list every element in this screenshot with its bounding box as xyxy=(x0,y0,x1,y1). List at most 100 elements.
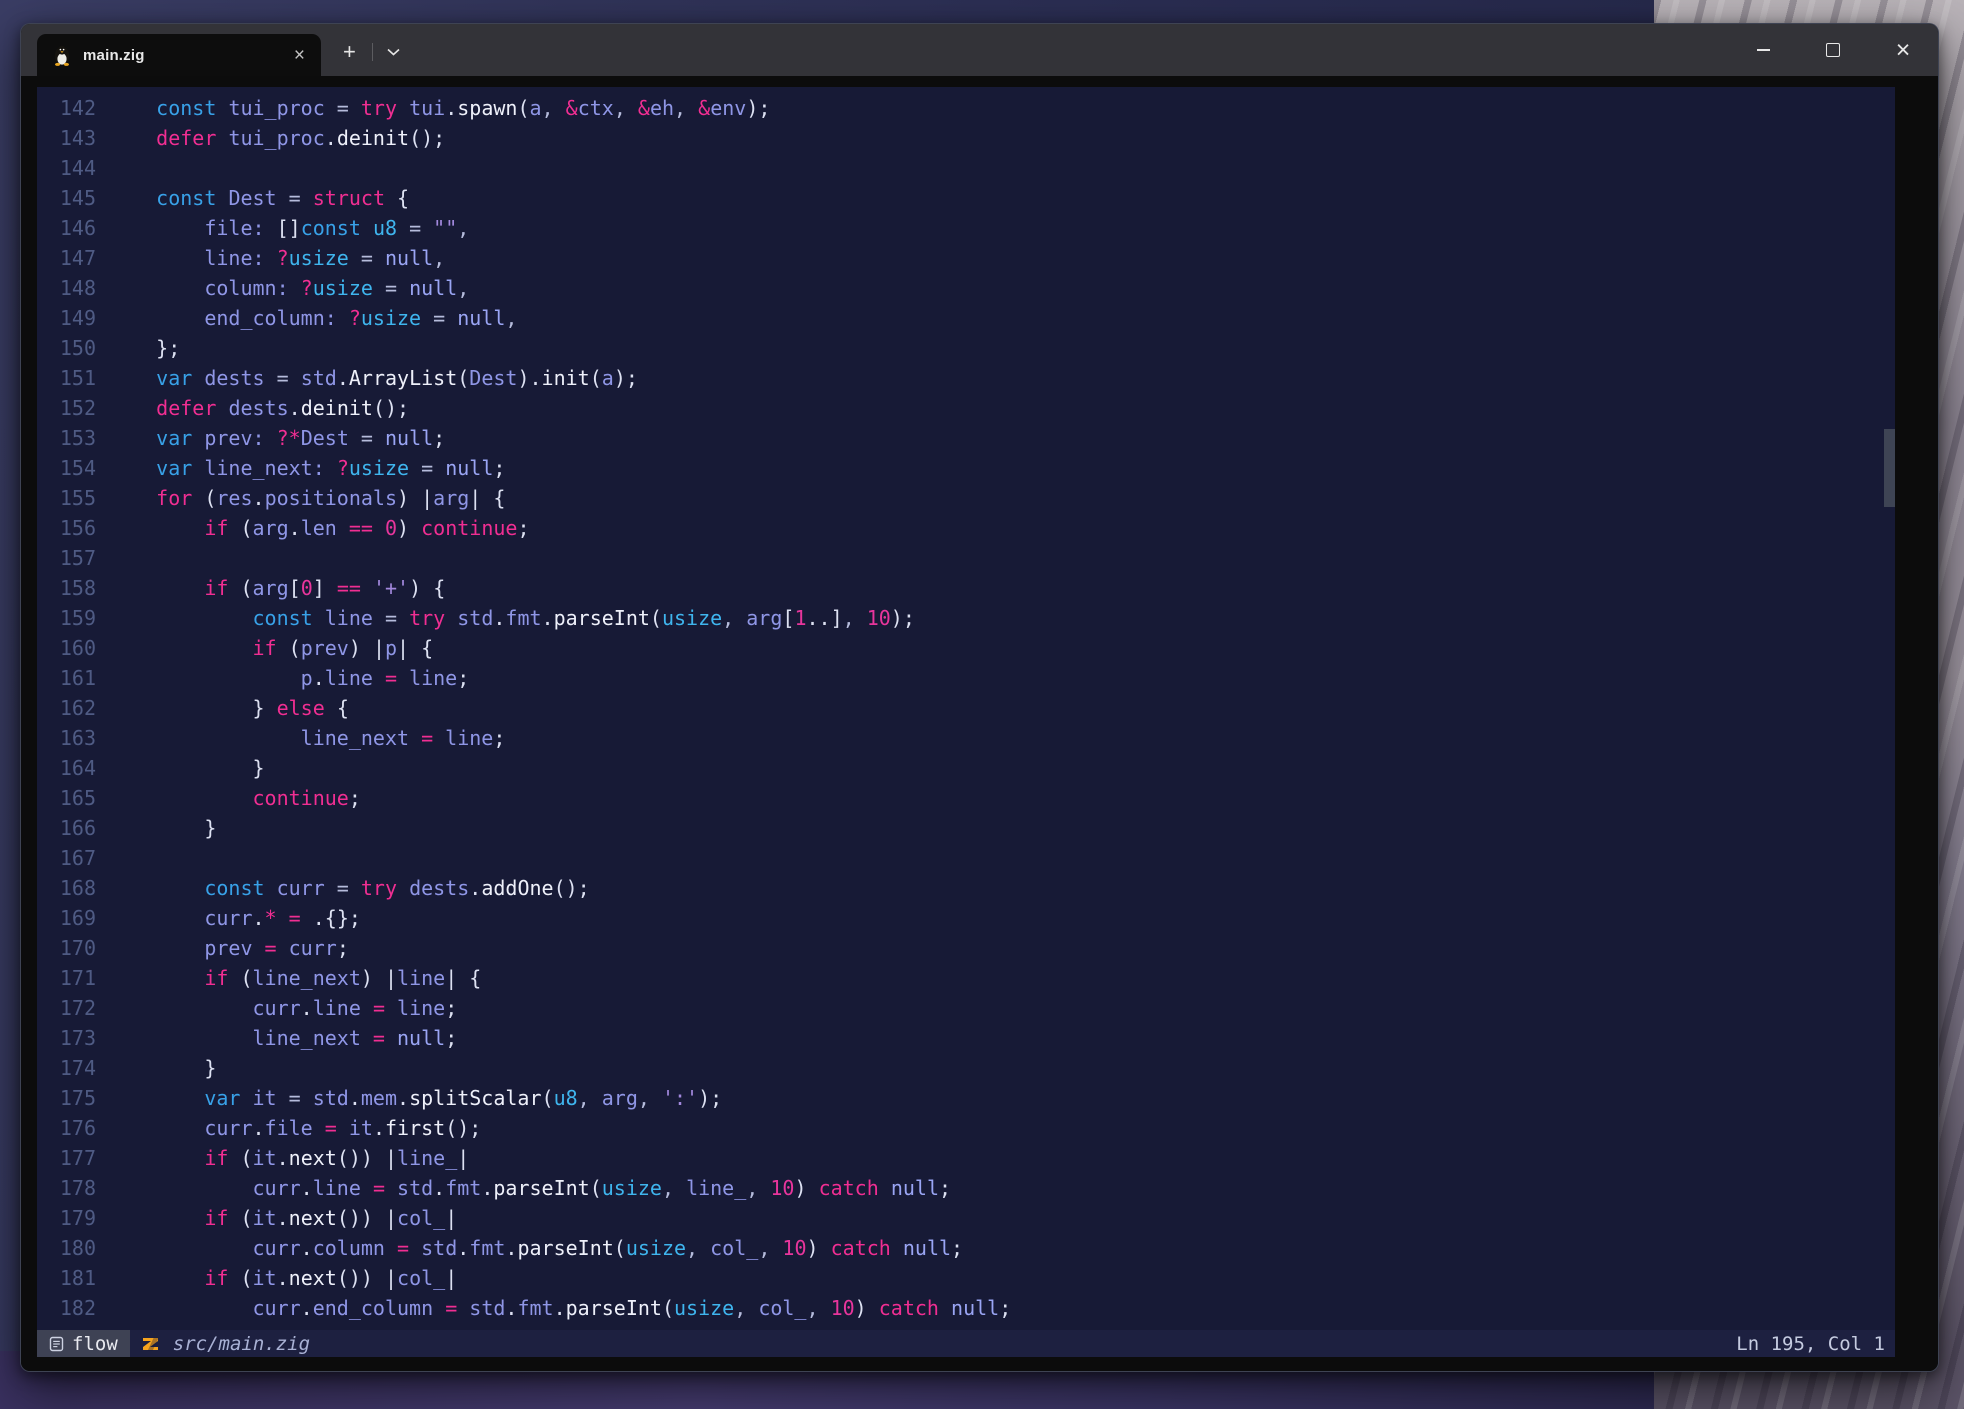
scrollbar-thumb[interactable] xyxy=(1884,429,1895,507)
line-number: 159 xyxy=(37,603,96,633)
mode-label: flow xyxy=(72,1333,118,1355)
line-number: 142 xyxy=(37,93,96,123)
code-line[interactable]: 143 defer tui_proc.deinit(); xyxy=(37,123,1895,153)
code-line[interactable]: 160 if (prev) |p| { xyxy=(37,633,1895,663)
code-line[interactable]: 169 curr.* = .{}; xyxy=(37,903,1895,933)
line-number: 174 xyxy=(37,1053,96,1083)
line-number: 178 xyxy=(37,1173,96,1203)
line-number: 164 xyxy=(37,753,96,783)
code-text: file: []const u8 = "", xyxy=(108,216,469,240)
code-text: var line_next: ?usize = null; xyxy=(108,456,505,480)
line-number: 175 xyxy=(37,1083,96,1113)
code-text: column: ?usize = null, xyxy=(108,276,469,300)
line-number: 151 xyxy=(37,363,96,393)
code-text: const line = try std.fmt.parseInt(usize,… xyxy=(108,606,915,630)
code-line[interactable]: 171 if (line_next) |line| { xyxy=(37,963,1895,993)
code-line[interactable]: 149 end_column: ?usize = null, xyxy=(37,303,1895,333)
code-line[interactable]: 157 xyxy=(37,543,1895,573)
code-text: const curr = try dests.addOne(); xyxy=(108,876,590,900)
line-number: 168 xyxy=(37,873,96,903)
code-text: p.line = line; xyxy=(108,666,469,690)
code-text: prev = curr; xyxy=(108,936,349,960)
file-path: src/main.zig xyxy=(173,1333,310,1355)
line-number: 153 xyxy=(37,423,96,453)
code-line[interactable]: 163 line_next = line; xyxy=(37,723,1895,753)
code-line[interactable]: 148 column: ?usize = null, xyxy=(37,273,1895,303)
tab-main-zig[interactable]: main.zig × xyxy=(37,34,321,76)
code-line[interactable]: 179 if (it.next()) |col_| xyxy=(37,1203,1895,1233)
code-text: const Dest = struct { xyxy=(108,186,409,210)
code-line[interactable]: 165 continue; xyxy=(37,783,1895,813)
code-line[interactable]: 147 line: ?usize = null, xyxy=(37,243,1895,273)
code-line[interactable]: 156 if (arg.len == 0) continue; xyxy=(37,513,1895,543)
minimize-button[interactable] xyxy=(1728,24,1798,76)
code-text: if (line_next) |line| { xyxy=(108,966,481,990)
line-number: 156 xyxy=(37,513,96,543)
code-line[interactable]: 180 curr.column = std.fmt.parseInt(usize… xyxy=(37,1233,1895,1263)
code-text: if (arg[0] == '+') { xyxy=(108,576,445,600)
line-number: 162 xyxy=(37,693,96,723)
mode-indicator[interactable]: flow xyxy=(37,1330,130,1357)
code-line[interactable]: 167 xyxy=(37,843,1895,873)
code-line[interactable]: 151 var dests = std.ArrayList(Dest).init… xyxy=(37,363,1895,393)
line-number: 149 xyxy=(37,303,96,333)
close-button[interactable]: × xyxy=(1868,24,1938,76)
code-text: curr.line = std.fmt.parseInt(usize, line… xyxy=(108,1176,951,1200)
line-number: 154 xyxy=(37,453,96,483)
code-text: line: ?usize = null, xyxy=(108,246,445,270)
tab-close-icon[interactable]: × xyxy=(288,44,311,67)
maximize-button[interactable] xyxy=(1798,24,1868,76)
line-number: 176 xyxy=(37,1113,96,1143)
code-line[interactable]: 158 if (arg[0] == '+') { xyxy=(37,573,1895,603)
code-line[interactable]: 176 curr.file = it.first(); xyxy=(37,1113,1895,1143)
code-line[interactable]: 166 } xyxy=(37,813,1895,843)
line-number: 173 xyxy=(37,1023,96,1053)
line-number: 161 xyxy=(37,663,96,693)
code-line[interactable]: 182 curr.end_column = std.fmt.parseInt(u… xyxy=(37,1293,1895,1323)
tab-dropdown-button[interactable] xyxy=(377,48,410,56)
code-line[interactable]: 164 } xyxy=(37,753,1895,783)
code-line[interactable]: 152 defer dests.deinit(); xyxy=(37,393,1895,423)
code-line[interactable]: 146 file: []const u8 = "", xyxy=(37,213,1895,243)
tab-divider xyxy=(372,43,373,61)
code-line[interactable]: 145 const Dest = struct { xyxy=(37,183,1895,213)
code-text: }; xyxy=(108,336,180,360)
line-number: 169 xyxy=(37,903,96,933)
code-text: if (arg.len == 0) continue; xyxy=(108,516,530,540)
code-line[interactable]: 161 p.line = line; xyxy=(37,663,1895,693)
code-text: curr.end_column = std.fmt.parseInt(usize… xyxy=(108,1296,1011,1320)
code-line[interactable]: 153 var prev: ?*Dest = null; xyxy=(37,423,1895,453)
code-line[interactable]: 154 var line_next: ?usize = null; xyxy=(37,453,1895,483)
code-line[interactable]: 175 var it = std.mem.splitScalar(u8, arg… xyxy=(37,1083,1895,1113)
code-area[interactable]: 142 const tui_proc = try tui.spawn(a, &c… xyxy=(37,87,1895,1330)
code-line[interactable]: 178 curr.line = std.fmt.parseInt(usize, … xyxy=(37,1173,1895,1203)
tab-title: main.zig xyxy=(83,47,288,64)
code-line[interactable]: 155 for (res.positionals) |arg| { xyxy=(37,483,1895,513)
code-text: } xyxy=(108,1056,216,1080)
code-line[interactable]: 174 } xyxy=(37,1053,1895,1083)
line-number: 165 xyxy=(37,783,96,813)
code-line[interactable]: 173 line_next = null; xyxy=(37,1023,1895,1053)
line-number: 157 xyxy=(37,543,96,573)
code-text: curr.* = .{}; xyxy=(108,906,361,930)
line-number: 166 xyxy=(37,813,96,843)
code-line[interactable]: 150 }; xyxy=(37,333,1895,363)
code-line[interactable]: 181 if (it.next()) |col_| xyxy=(37,1263,1895,1293)
tab-bar: main.zig × + × xyxy=(21,24,1938,76)
code-line[interactable]: 168 const curr = try dests.addOne(); xyxy=(37,873,1895,903)
code-line[interactable]: 162 } else { xyxy=(37,693,1895,723)
new-tab-button[interactable]: + xyxy=(335,41,364,63)
code-line[interactable]: 144 xyxy=(37,153,1895,183)
code-line[interactable]: 142 const tui_proc = try tui.spawn(a, &c… xyxy=(37,93,1895,123)
code-text: curr.column = std.fmt.parseInt(usize, co… xyxy=(108,1236,963,1260)
code-line[interactable]: 170 prev = curr; xyxy=(37,933,1895,963)
line-number: 150 xyxy=(37,333,96,363)
line-number: 172 xyxy=(37,993,96,1023)
code-text: line_next = line; xyxy=(108,726,505,750)
line-number: 181 xyxy=(37,1263,96,1293)
line-number: 144 xyxy=(37,153,96,183)
code-line[interactable]: 159 const line = try std.fmt.parseInt(us… xyxy=(37,603,1895,633)
code-line[interactable]: 172 curr.line = line; xyxy=(37,993,1895,1023)
code-line[interactable]: 177 if (it.next()) |line_| xyxy=(37,1143,1895,1173)
code-text: if (it.next()) |col_| xyxy=(108,1206,457,1230)
